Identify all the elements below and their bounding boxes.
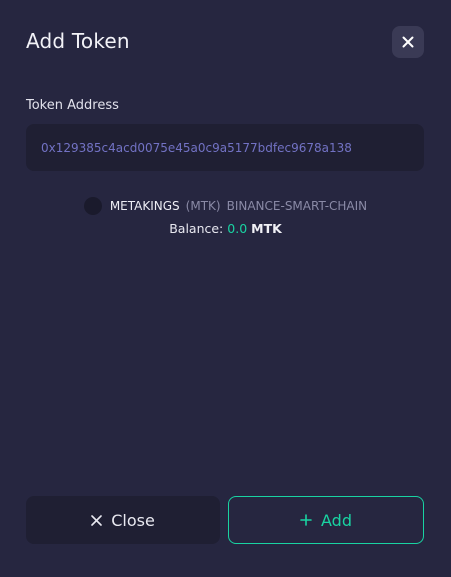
token-address-field	[26, 124, 424, 171]
token-name: METAKINGS	[109, 199, 180, 213]
token-logo-icon	[83, 197, 102, 215]
token-chain: BINANCE-SMART-CHAIN	[226, 199, 368, 213]
close-button-label: Close	[111, 510, 155, 530]
balance-label: Balance:	[169, 221, 224, 236]
token-info: METAKINGS (MTK) BINANCE-SMART-CHAIN	[0, 197, 451, 215]
close-icon	[402, 36, 414, 48]
balance-unit: MTK	[251, 221, 282, 236]
balance-value: 0.0	[227, 221, 248, 236]
token-address-label: Token Address	[26, 98, 119, 113]
token-balance: Balance: 0.0 MTK	[0, 221, 451, 236]
add-button-label: Add	[321, 510, 352, 530]
close-button[interactable]: Close	[26, 496, 220, 544]
dialog-close-button[interactable]	[392, 26, 424, 58]
plus-icon	[300, 514, 312, 526]
close-icon	[91, 514, 103, 526]
token-symbol: (MTK)	[185, 199, 221, 213]
add-button[interactable]: Add	[228, 496, 424, 544]
dialog-title: Add Token	[26, 29, 130, 53]
token-address-input[interactable]	[26, 124, 424, 171]
